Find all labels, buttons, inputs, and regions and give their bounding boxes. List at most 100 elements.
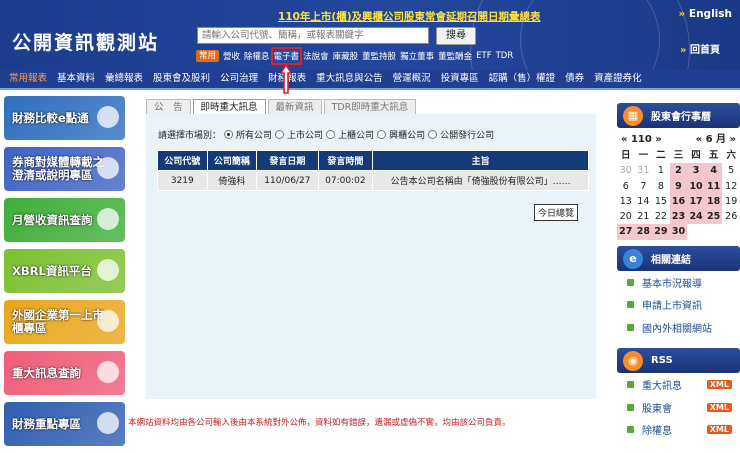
rss-link[interactable]: 股東會 XML [617, 396, 740, 419]
related-links-header: e 相關連結 [617, 245, 740, 271]
xml-badge[interactable]: XML [706, 425, 732, 435]
calendar-day[interactable]: 6 [617, 179, 635, 194]
market-radio[interactable] [326, 130, 336, 139]
quick-link[interactable]: 電子書 [270, 47, 303, 65]
table-header-row: 公司代號 公司簡稱 發言日期 發言時間 主旨 [157, 150, 589, 171]
calendar-day[interactable]: 7 [635, 179, 653, 194]
search-button[interactable]: 搜尋 [436, 27, 476, 45]
xml-badge[interactable]: XML [706, 402, 732, 412]
calendar-day[interactable]: 18 [704, 193, 723, 210]
rss-icon: ◉ [623, 351, 643, 372]
quick-link[interactable]: 董監酬金 [438, 50, 472, 62]
calendar-day[interactable]: 27 [617, 224, 635, 240]
banner-link[interactable]: 券商對媒體轉載之澄清或說明專區 [4, 147, 125, 191]
banner-link[interactable]: 月營收資訊查詢 [4, 198, 125, 242]
banner-link[interactable]: 財務比較e點通 [4, 96, 125, 140]
calendar-day[interactable]: 14 [635, 194, 653, 209]
banner-icon [97, 106, 119, 128]
tab-item[interactable]: 最新資訊 [267, 99, 322, 114]
calendar-day[interactable]: 10 [687, 178, 705, 194]
table-cell: 3219 [157, 170, 208, 191]
calendar-day[interactable]: 9 [669, 178, 688, 194]
calendar-day[interactable]: 31 [635, 163, 653, 178]
nav-item[interactable]: 營運概況 [388, 69, 436, 89]
nav-item[interactable]: 彙總報表 [100, 69, 148, 89]
calendar-day[interactable]: 21 [635, 209, 653, 224]
calendar-month-nav[interactable]: « 6 月 » [696, 132, 736, 148]
market-radio[interactable] [275, 130, 285, 139]
calendar-day[interactable]: 12 [722, 179, 740, 194]
quick-link[interactable]: 董監持股 [362, 50, 396, 62]
calendar-day[interactable]: 28 [634, 224, 653, 240]
table-header-cell: 發言時間 [317, 150, 374, 171]
today-overview-button[interactable]: 今日總覽 [534, 204, 579, 221]
rss-link[interactable]: 除權息 XML [617, 418, 740, 441]
back-home-link[interactable]: » 回首頁 [680, 41, 720, 56]
bullet-icon [627, 403, 634, 411]
nav-item[interactable]: 認購（售）權證 [484, 69, 561, 89]
announcement-link[interactable]: 110年上市(櫃)及興櫃公司股東常會延期召開日期彙總表 [278, 9, 541, 24]
nav-item[interactable]: 資產證券化 [589, 69, 647, 89]
banner-link[interactable]: 財務重點專區 [4, 402, 125, 446]
calendar-day[interactable]: 2 [669, 163, 688, 179]
banner-link[interactable]: 重大訊息查詢 [4, 351, 125, 395]
banner-link[interactable]: 外國企業第一上市櫃專區 [4, 300, 125, 344]
nav-item[interactable]: 基本資料 [52, 69, 100, 89]
related-link[interactable]: 國內外相關網站 [617, 316, 740, 339]
banner-link[interactable]: XBRL資訊平台 [4, 249, 125, 293]
calendar-day[interactable]: 15 [652, 194, 670, 209]
nav-item[interactable]: 股東會及股利 [148, 69, 215, 89]
calendar-day[interactable]: 19 [722, 194, 740, 209]
related-links-list: 基本市況報導 申請上市資訊 國內外相關網站 [617, 271, 740, 339]
calendar-prev-year[interactable]: « 110 » [621, 132, 662, 148]
calendar-day[interactable]: 25 [704, 209, 723, 225]
calendar-day[interactable]: 4 [704, 163, 723, 179]
calendar-day[interactable]: 30 [669, 224, 688, 240]
english-link[interactable]: » English [678, 8, 732, 20]
market-radio[interactable] [428, 130, 438, 139]
calendar-day[interactable]: 23 [669, 209, 688, 225]
calendar-day[interactable]: 30 [617, 163, 635, 178]
site-logo[interactable]: 公開資訊觀測站 [12, 28, 159, 55]
quick-link[interactable]: 除權息 [244, 50, 270, 62]
nav-item[interactable]: 重大訊息與公告 [311, 69, 388, 89]
calendar-day[interactable]: 13 [617, 194, 635, 209]
calendar-day[interactable]: 8 [652, 179, 670, 194]
tab-item[interactable]: 即時重大訊息 [192, 99, 266, 114]
market-radio[interactable] [377, 130, 387, 139]
market-radio[interactable] [224, 130, 234, 139]
bullet-icon [627, 301, 634, 309]
rss-link[interactable]: 重大訊息 XML [617, 373, 740, 396]
nav-item[interactable]: 債券 [560, 69, 589, 89]
quick-link[interactable]: 營收 [223, 50, 240, 62]
calendar-day[interactable]: 24 [687, 209, 705, 225]
market-option-label: 上櫃公司 [338, 131, 375, 141]
search-input[interactable] [197, 27, 429, 44]
table-row[interactable]: 3219 倚強科 110/06/27 07:00:02 公告本公司名稱由「倚強股份有限公… [157, 170, 589, 191]
quick-link[interactable]: 獨立董事 [400, 50, 434, 62]
quick-link[interactable]: 法說會 [303, 50, 329, 62]
table-cell[interactable]: 公告本公司名稱由「倚強股份有限公司」…… [372, 170, 589, 191]
quick-link[interactable]: 庫藏股 [333, 50, 359, 62]
xml-badge[interactable]: XML [706, 380, 732, 390]
calendar-day[interactable]: 11 [704, 178, 723, 194]
nav-item[interactable]: 公司治理 [215, 69, 263, 89]
calendar-day[interactable]: 20 [617, 209, 635, 224]
nav-item[interactable]: 投資專區 [436, 69, 484, 89]
calendar-day[interactable]: 16 [669, 193, 688, 210]
calendar-day[interactable]: 22 [652, 209, 670, 224]
related-link[interactable]: 基本市況報導 [617, 271, 740, 294]
tab-item[interactable]: TDR即時重大訊息 [323, 99, 417, 114]
tab-item[interactable]: 公 告 [146, 99, 191, 114]
calendar-day[interactable]: 26 [722, 209, 740, 224]
calendar-day[interactable]: 5 [722, 163, 740, 178]
calendar-day[interactable]: 1 [652, 163, 670, 178]
related-link[interactable]: 申請上市資訊 [617, 293, 740, 316]
calendar-day[interactable]: 3 [687, 163, 705, 179]
nav-item[interactable]: 常用報表 [4, 69, 52, 89]
quick-link[interactable]: TDR [496, 51, 514, 61]
calendar-day[interactable]: 29 [652, 224, 670, 240]
news-table: 公司代號 公司簡稱 發言日期 發言時間 主旨 3219 倚強科 110/06/27 07:00… [157, 150, 589, 191]
quick-link[interactable]: ETF [476, 51, 491, 61]
calendar-day[interactable]: 17 [687, 193, 705, 210]
